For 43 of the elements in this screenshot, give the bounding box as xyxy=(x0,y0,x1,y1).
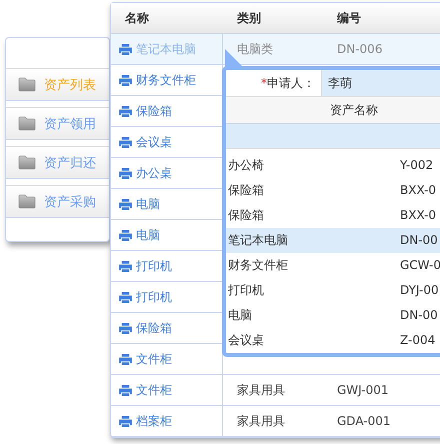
asset-link[interactable]: 文件柜 xyxy=(111,375,223,405)
list-row[interactable]: 办公椅 Y-002 xyxy=(226,153,440,178)
table-row[interactable]: 档案柜 家具用具 GDA-001 xyxy=(111,406,440,437)
printer-icon xyxy=(119,260,132,272)
sidebar-item[interactable]: 资产采购 xyxy=(6,185,109,218)
printer-icon xyxy=(119,136,132,148)
list-row[interactable]: 笔记本电脑 DN-00 xyxy=(226,228,440,253)
printer-icon xyxy=(119,198,132,210)
applicant-field[interactable]: 李萌 xyxy=(322,70,440,96)
printer-icon xyxy=(119,168,132,178)
printer-icon xyxy=(119,384,132,396)
printer-icon xyxy=(119,292,132,302)
list-row[interactable]: 保险箱 BXX-0 xyxy=(226,178,440,203)
printer-icon xyxy=(119,44,132,54)
table-cell-text: GDA-001 xyxy=(336,414,392,428)
list-row[interactable]: 打印机 DYJ-00 xyxy=(226,278,440,303)
printer-icon xyxy=(119,106,132,116)
list-row[interactable]: 保险箱 BXX-0 xyxy=(226,203,440,228)
table-cell-text: 家具用具 xyxy=(236,382,286,398)
asset-link[interactable]: 档案柜 xyxy=(111,406,223,436)
printer-icon xyxy=(119,416,132,426)
printer-icon xyxy=(119,322,132,334)
column-header: 名称 xyxy=(124,10,150,26)
column-header: 资产名称 xyxy=(226,97,440,124)
sidebar-item[interactable]: 资产归还 xyxy=(6,146,109,179)
sidebar-item[interactable]: 资产领用 xyxy=(6,107,109,140)
folder-icon xyxy=(18,194,36,209)
printer-icon xyxy=(119,354,132,364)
table-cell-text: 家具用具 xyxy=(236,412,286,430)
table-cell-text: 电脑类 xyxy=(236,40,274,58)
table-cell-text: DN-006 xyxy=(336,42,384,56)
table-cell-text: GWJ-001 xyxy=(336,383,390,397)
folder-icon xyxy=(18,116,36,131)
list-row[interactable]: 财务文件柜 GCW-0 xyxy=(226,253,440,278)
folder-icon xyxy=(18,77,36,92)
folder-icon xyxy=(18,155,36,170)
table-row[interactable]: 文件柜 家具用具 GWJ-001 xyxy=(111,375,440,406)
column-header: 类别 xyxy=(236,10,262,26)
table-row[interactable]: 笔记本电脑 电脑类 DN-006 xyxy=(111,34,440,65)
list-row[interactable]: 电脑 DN-00 xyxy=(226,303,440,328)
printer-icon xyxy=(119,74,132,86)
column-header: 编号 xyxy=(336,10,362,26)
printer-icon xyxy=(119,230,132,240)
